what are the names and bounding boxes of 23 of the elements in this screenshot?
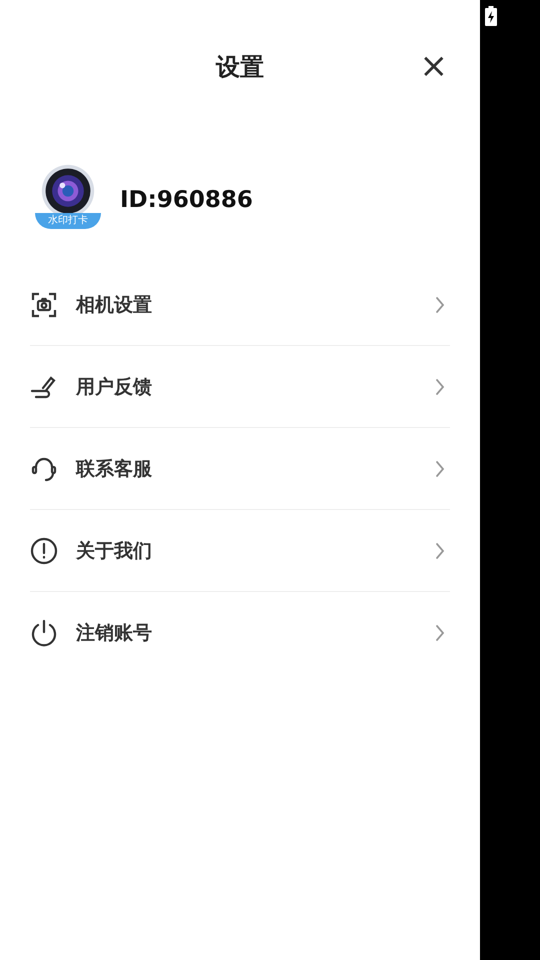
logo-label: 水印打卡 bbox=[35, 213, 101, 229]
menu-item[interactable]: 联系客服 bbox=[30, 428, 450, 510]
page-title: 设置 bbox=[216, 52, 264, 83]
user-id: ID:960886 bbox=[120, 187, 253, 213]
info-icon bbox=[30, 536, 58, 564]
power-icon bbox=[30, 619, 58, 647]
menu-item[interactable]: 用户反馈 bbox=[30, 346, 450, 428]
close-button[interactable]: × bbox=[420, 47, 448, 85]
menu-label: 联系客服 bbox=[76, 456, 153, 482]
menu-label: 用户反馈 bbox=[76, 374, 153, 400]
battery-icon bbox=[485, 6, 497, 26]
menu-item[interactable]: 相机设置 bbox=[30, 264, 450, 346]
chevron-right-icon bbox=[435, 378, 445, 396]
menu-label: 注销账号 bbox=[76, 621, 153, 646]
menu-item[interactable]: 关于我们 bbox=[30, 510, 450, 592]
chevron-right-icon bbox=[435, 542, 445, 560]
chevron-right-icon bbox=[435, 460, 445, 478]
menu-label: 相机设置 bbox=[76, 292, 153, 318]
menu-label: 关于我们 bbox=[76, 538, 153, 564]
camera-icon bbox=[30, 290, 58, 318]
menu-item[interactable]: 注销账号 bbox=[30, 592, 450, 674]
chevron-right-icon bbox=[435, 296, 445, 314]
chevron-right-icon bbox=[435, 624, 445, 642]
